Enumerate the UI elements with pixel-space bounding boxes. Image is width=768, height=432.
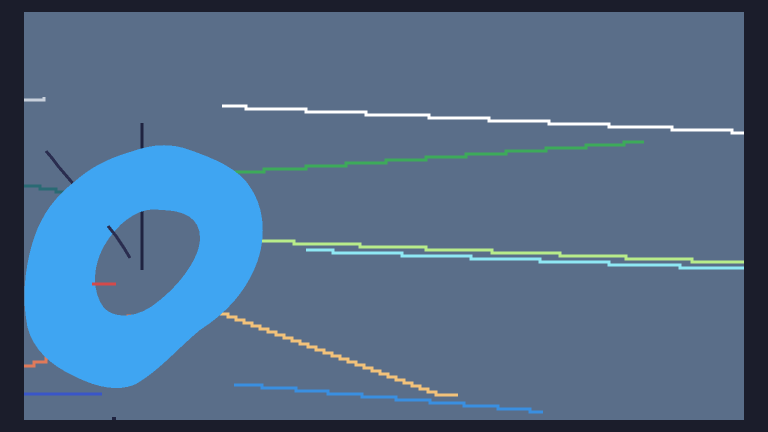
cursor-marker [112, 417, 116, 420]
game-canvas[interactable] [24, 12, 744, 420]
game-frame [0, 0, 768, 432]
game-viewport[interactable] [24, 12, 744, 420]
